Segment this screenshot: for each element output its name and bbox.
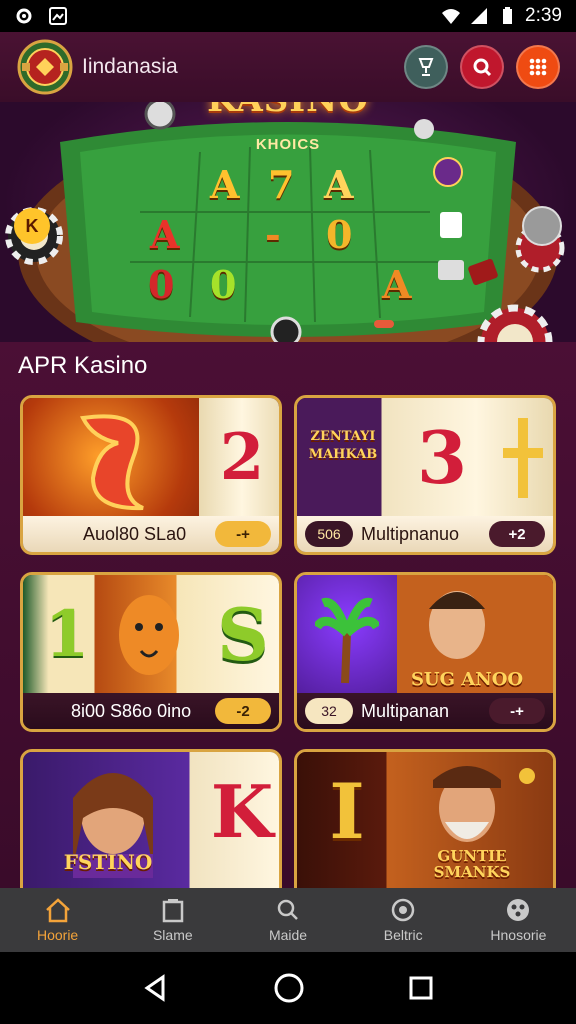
felt-symbol: A: [150, 212, 180, 257]
bet-pill[interactable]: 32: [305, 698, 353, 724]
felt-symbol: A: [382, 262, 412, 307]
hero-badge-icon[interactable]: K: [14, 208, 50, 244]
game-art-label: ZENTAYI MAHKAB: [308, 429, 378, 462]
brand-name: Iindanasia: [82, 55, 178, 78]
game-art: 1 S: [23, 575, 279, 693]
nav-item-search[interactable]: Maide: [230, 888, 345, 952]
dice-icon: [507, 899, 530, 921]
tiger-mascot-icon: [119, 595, 179, 675]
nav-label: Slame: [152, 927, 193, 943]
felt-symbol: 0: [210, 262, 237, 307]
signal-icon: [471, 8, 488, 24]
grid-menu-icon: [529, 58, 547, 76]
slot-reel: 3: [416, 414, 468, 500]
felt-symbol: -: [265, 212, 281, 257]
felt-symbol: 0: [326, 212, 353, 257]
game-art: ZENTAYI MAHKAB 3: [297, 398, 553, 516]
play-pill[interactable]: -2: [215, 698, 271, 724]
recents-square-icon[interactable]: [407, 974, 435, 1002]
nav-item-dice[interactable]: Hnosorie: [461, 888, 576, 952]
palm-tree-icon: [315, 597, 379, 684]
game-title: 8i00 S86o 0ino: [71, 700, 192, 721]
nav-label: Hoorie: [36, 927, 79, 943]
game-art: SUG ANOO: [297, 575, 553, 693]
trophy-icon: [418, 58, 434, 76]
trophy-button[interactable]: [404, 45, 448, 89]
play-pill[interactable]: -+: [215, 521, 271, 547]
nav-label: Maide: [268, 927, 308, 943]
card-bar: 8i00 S86o 0ino -2: [23, 693, 279, 729]
felt-symbol: A: [210, 162, 240, 207]
felt-symbol: 0: [148, 262, 175, 307]
chip-icon: [391, 898, 415, 922]
back-icon[interactable]: [141, 973, 171, 1003]
nav-item-home[interactable]: Hoorie: [0, 888, 115, 952]
game-card[interactable]: ZENTAYI MAHKAB 3 506 Multipnanuo +2: [294, 395, 556, 555]
status-time: 2:39: [525, 5, 562, 26]
game-art-label: FSTINO: [63, 850, 153, 874]
menu-button[interactable]: [516, 45, 560, 89]
bet-pill[interactable]: 506: [305, 521, 353, 547]
play-pill[interactable]: -+: [489, 698, 545, 724]
slot-reel: K: [210, 768, 274, 854]
nav-label: Hnosorie: [490, 927, 547, 943]
image-notification-icon: [49, 7, 67, 25]
home-circle-icon[interactable]: [273, 972, 305, 1004]
card-bar: 32 Multipanan -+: [297, 693, 553, 729]
play-pill[interactable]: +2: [489, 521, 545, 547]
game-title: Multipnanuo: [361, 523, 460, 544]
game-title: Auol80 SLa0: [83, 523, 187, 544]
flame-symbol-icon: [79, 414, 144, 511]
cross-symbol-icon: [503, 418, 543, 498]
card-bar: Auol80 SLa0 -+: [23, 516, 279, 552]
slots-icon: [162, 899, 184, 923]
battery-icon: [503, 7, 513, 24]
search-icon: [277, 899, 298, 920]
search-icon: [473, 58, 492, 77]
bottom-nav: Hoorie Slame Maide Beltric Hnosorie: [0, 888, 576, 952]
game-card[interactable]: 2 Auol80 SLa0 -+: [20, 395, 282, 555]
system-nav-bar: [0, 952, 576, 1024]
wifi-icon: [442, 9, 461, 24]
section-title: APR Kasino: [18, 352, 148, 379]
game-card[interactable]: SUG ANOO 32 Multipanan -+: [294, 572, 556, 732]
card-bar: 506 Multipnanuo +2: [297, 516, 553, 552]
app-logo[interactable]: [16, 38, 74, 96]
nav-label: Beltric: [383, 927, 423, 943]
game-art-label: SUG ANOO: [410, 669, 524, 690]
game-art: FSTINO K: [23, 752, 279, 902]
search-button[interactable]: [460, 45, 504, 89]
slot-reel: I: [329, 766, 365, 856]
hero-clock-icon[interactable]: [522, 206, 562, 246]
hero-subtitle: KHOICS: [255, 136, 321, 153]
slot-reel: S: [217, 591, 269, 677]
game-art-label: GUNTIE SMANKS: [433, 847, 511, 881]
nav-item-chip[interactable]: Beltric: [346, 888, 461, 952]
game-card[interactable]: I GUNTIE SMANKS: [294, 749, 556, 909]
home-icon: [45, 898, 70, 923]
felt-symbol: 7: [268, 162, 295, 207]
status-bar: 2:39: [0, 0, 576, 32]
felt-symbol: A: [324, 162, 354, 207]
slot-reel: 2: [199, 398, 279, 516]
hero-title: KASINO: [0, 102, 576, 120]
hero-banner[interactable]: K KASINO KHOICS A 7 A A - 0 0 0 A: [0, 102, 576, 350]
game-art: I GUNTIE SMANKS: [297, 752, 553, 902]
game-card[interactable]: FSTINO K: [20, 749, 282, 909]
settings-gear-icon: [16, 8, 32, 24]
nav-item-slots[interactable]: Slame: [115, 888, 230, 952]
app-header: Iindanasia: [0, 32, 576, 102]
game-art: 2: [23, 398, 279, 516]
game-title: Multipanan: [361, 700, 450, 721]
slot-reel: 1: [44, 596, 90, 672]
game-card[interactable]: 1 S 8i00 S86o 0ino -2: [20, 572, 282, 732]
